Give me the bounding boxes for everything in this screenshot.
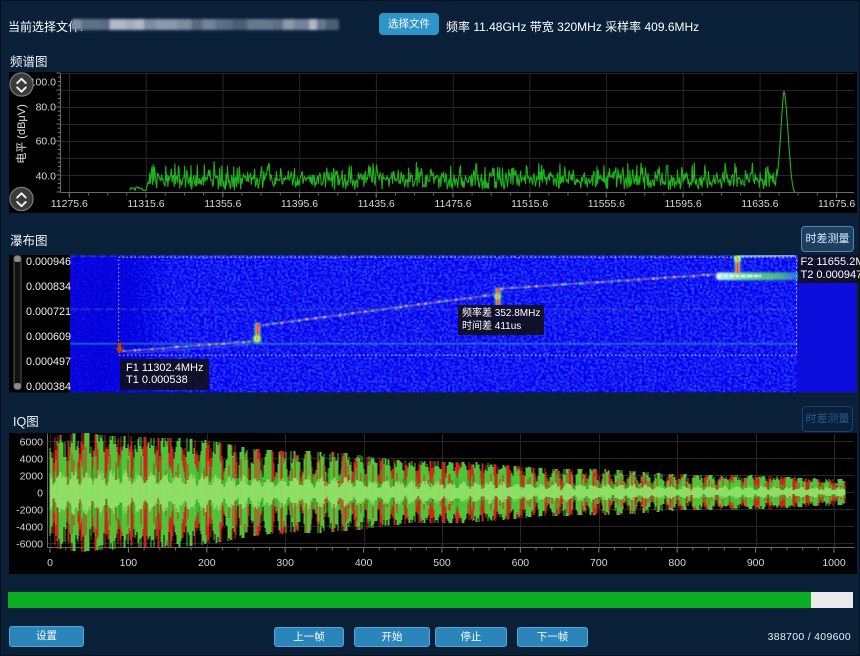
- svg-text:-4000: -4000: [16, 521, 43, 533]
- svg-text:80.0: 80.0: [36, 102, 57, 114]
- svg-text:11315.6: 11315.6: [127, 198, 164, 210]
- svg-text:11555.6: 11555.6: [588, 198, 625, 210]
- svg-text:400: 400: [355, 557, 373, 569]
- svg-text:0.000834: 0.000834: [26, 281, 71, 293]
- svg-text:0.000946: 0.000946: [26, 256, 71, 268]
- svg-text:11595.6: 11595.6: [665, 198, 702, 210]
- svg-text:11515.6: 11515.6: [511, 198, 548, 210]
- svg-text:0.000609: 0.000609: [26, 331, 71, 343]
- svg-text:电平 (dBμV): 电平 (dBμV): [15, 104, 28, 164]
- svg-text:11635.6: 11635.6: [741, 198, 778, 210]
- svg-text:6000: 6000: [20, 436, 44, 448]
- svg-text:0.000497: 0.000497: [26, 356, 71, 368]
- svg-text:11395.6: 11395.6: [281, 198, 318, 210]
- svg-text:-2000: -2000: [16, 504, 43, 516]
- svg-text:60.0: 60.0: [36, 136, 57, 148]
- svg-text:11675.6: 11675.6: [818, 198, 855, 210]
- svg-text:40.0: 40.0: [36, 171, 57, 183]
- svg-text:300: 300: [276, 557, 294, 569]
- svg-text:0: 0: [47, 557, 53, 569]
- svg-text:500: 500: [433, 557, 451, 569]
- svg-text:11355.6: 11355.6: [204, 198, 241, 210]
- svg-text:100: 100: [120, 557, 138, 569]
- svg-text:2000: 2000: [20, 470, 44, 482]
- svg-text:0: 0: [37, 487, 43, 499]
- svg-text:600: 600: [512, 557, 530, 569]
- svg-text:11435.6: 11435.6: [358, 198, 395, 210]
- svg-text:-6000: -6000: [16, 538, 43, 550]
- svg-text:0.000721: 0.000721: [26, 306, 71, 318]
- svg-text:11475.6: 11475.6: [434, 198, 471, 210]
- svg-text:0.000384: 0.000384: [26, 381, 71, 393]
- svg-text:11275.6: 11275.6: [51, 198, 88, 210]
- svg-text:100.0: 100.0: [30, 77, 56, 89]
- svg-text:800: 800: [668, 557, 686, 569]
- svg-text:4000: 4000: [20, 453, 44, 465]
- svg-text:900: 900: [747, 557, 765, 569]
- svg-text:200: 200: [198, 557, 216, 569]
- svg-text:700: 700: [590, 557, 608, 569]
- svg-text:1000: 1000: [822, 557, 846, 569]
